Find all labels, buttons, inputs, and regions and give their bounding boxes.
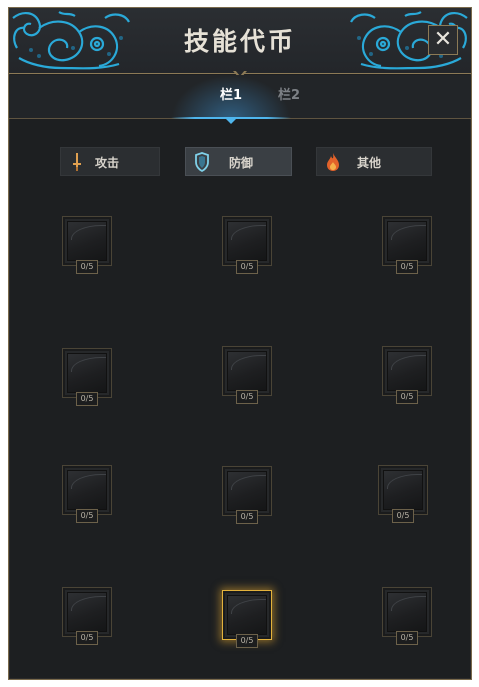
- slot-count: 0/5: [396, 631, 418, 645]
- skill-token-panel: 技能代币 ✕ 栏1 栏2 攻击 防御 其他 0/5 0/5 0/5 0/5 0/…: [8, 7, 472, 680]
- tab-bar: 栏1 栏2: [9, 75, 471, 124]
- token-slot[interactable]: 0/5: [222, 466, 272, 524]
- slot-frame: [387, 221, 427, 261]
- token-slot[interactable]: 0/5: [62, 465, 112, 523]
- token-slot[interactable]: 0/5: [62, 216, 112, 274]
- panel-header: 技能代币 ✕: [9, 8, 471, 74]
- category-defense-button[interactable]: 防御: [185, 147, 292, 176]
- token-slot-highlighted[interactable]: 0/5: [222, 590, 272, 648]
- slot-count: 0/5: [236, 634, 258, 648]
- token-slot[interactable]: 0/5: [62, 348, 112, 406]
- close-button[interactable]: ✕: [428, 25, 458, 55]
- category-label: 其他: [357, 156, 382, 170]
- slot-count: 0/5: [76, 392, 98, 406]
- sword-icon: [73, 153, 81, 171]
- token-slot[interactable]: 0/5: [382, 587, 432, 645]
- category-other-button[interactable]: 其他: [316, 147, 432, 176]
- slot-count: 0/5: [236, 390, 258, 404]
- slot-count: 0/5: [392, 509, 414, 523]
- slot-frame: [227, 221, 267, 261]
- slot-frame: [383, 470, 423, 510]
- tab-bar-2[interactable]: 栏2: [229, 75, 349, 119]
- slot-frame: [227, 351, 267, 391]
- slot-frame: [387, 351, 427, 391]
- token-slot[interactable]: 0/5: [382, 346, 432, 404]
- token-slot[interactable]: 0/5: [62, 587, 112, 645]
- tab-pointer: [226, 119, 236, 124]
- token-slot[interactable]: 0/5: [382, 216, 432, 274]
- slot-frame: [67, 592, 107, 632]
- tab-label: 栏2: [277, 88, 301, 103]
- slot-count: 0/5: [76, 631, 98, 645]
- shield-icon: [195, 152, 209, 172]
- slot-count: 0/5: [236, 510, 258, 524]
- slot-frame: [227, 471, 267, 511]
- category-attack-button[interactable]: 攻击: [60, 147, 160, 176]
- slot-count: 0/5: [76, 260, 98, 274]
- token-slot[interactable]: 0/5: [378, 465, 428, 523]
- slot-frame: [387, 592, 427, 632]
- fire-icon: [327, 153, 339, 171]
- slot-frame: [67, 221, 107, 261]
- token-slot[interactable]: 0/5: [222, 346, 272, 404]
- slot-count: 0/5: [236, 260, 258, 274]
- category-label: 防御: [229, 156, 254, 170]
- slot-count: 0/5: [396, 390, 418, 404]
- slot-count: 0/5: [76, 509, 98, 523]
- slot-count: 0/5: [396, 260, 418, 274]
- slot-frame: [67, 353, 107, 393]
- slot-frame: [67, 470, 107, 510]
- category-label: 攻击: [95, 156, 120, 170]
- page-title: 技能代币: [183, 27, 296, 56]
- token-slot[interactable]: 0/5: [222, 216, 272, 274]
- slot-frame: [227, 595, 267, 635]
